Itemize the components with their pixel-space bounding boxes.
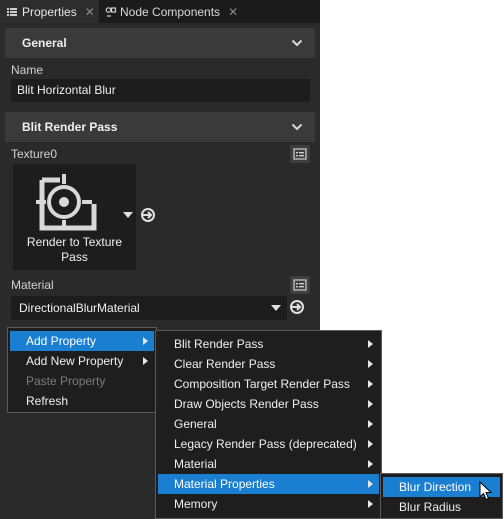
submenu-arrow-icon (368, 500, 373, 508)
binding-editor-icon (293, 279, 307, 291)
mouse-cursor-icon (479, 481, 493, 501)
menu-item-label: Refresh (26, 394, 69, 408)
submenu-arrow-icon (368, 440, 373, 448)
menu-item-label: Clear Render Pass (174, 357, 276, 371)
name-label: Name (11, 63, 44, 77)
add-property-submenu: Blit Render Pass Clear Render Pass Compo… (155, 330, 382, 519)
chevron-down-icon (291, 123, 303, 131)
tab-properties[interactable]: Properties ✕ (0, 0, 99, 23)
menu-item-material[interactable]: Material (158, 454, 379, 474)
material-dropdown[interactable]: DirectionalBlurMaterial (11, 296, 287, 320)
menu-item-label: Composition Target Render Pass (174, 377, 350, 391)
menu-item-draw-objects-render-pass[interactable]: Draw Objects Render Pass (158, 394, 379, 414)
menu-item-memory[interactable]: Memory (158, 494, 379, 514)
list-icon (7, 7, 17, 16)
texture0-label: Texture0 (11, 147, 58, 161)
texture-thumbnail[interactable]: Render to Texture Pass (13, 164, 136, 270)
general-section-header[interactable]: General (5, 28, 315, 58)
material-dropdown-value: DirectionalBlurMaterial (19, 301, 140, 315)
blit-render-pass-section-header[interactable]: Blit Render Pass (5, 112, 315, 142)
menu-item-label: Blit Render Pass (174, 337, 264, 351)
go-to-target-icon[interactable] (140, 207, 156, 223)
texture-caption: Render to Texture Pass (26, 235, 123, 264)
tab-node-components[interactable]: Node Components ✕ (99, 0, 251, 23)
menu-item-label: Add Property (26, 334, 97, 348)
close-icon[interactable]: ✕ (228, 5, 238, 19)
tab-bar: Properties ✕ Node Components ✕ (0, 0, 320, 23)
material-binding-button[interactable] (290, 276, 310, 294)
menu-item-general[interactable]: General (158, 414, 379, 434)
name-field[interactable]: Blit Horizontal Blur (11, 79, 310, 102)
menu-item-label: Memory (174, 497, 218, 511)
menu-item-material-properties[interactable]: Material Properties (158, 474, 379, 494)
context-menu: Add Property Add New Property Paste Prop… (7, 327, 157, 413)
menu-item-composition-target-render-pass[interactable]: Composition Target Render Pass (158, 374, 379, 394)
menu-item-legacy-render-pass[interactable]: Legacy Render Pass (deprecated) (158, 434, 379, 454)
submenu-arrow-icon (368, 400, 373, 408)
menu-item-blit-render-pass[interactable]: Blit Render Pass (158, 334, 379, 354)
submenu-arrow-icon (368, 460, 373, 468)
submenu-arrow-icon (143, 357, 148, 365)
menu-item-label: Material (174, 457, 217, 471)
submenu-arrow-icon (368, 480, 373, 488)
menu-item-label: Material Properties (174, 477, 275, 491)
menu-item-label: Blur Direction (399, 480, 472, 494)
menu-item-label: Legacy Render Pass (deprecated) (174, 437, 357, 451)
binding-editor-icon (293, 148, 307, 160)
menu-item-label: Draw Objects Render Pass (174, 397, 319, 411)
menu-item-label: Blur Radius (399, 500, 462, 514)
submenu-arrow-icon (368, 420, 373, 428)
material-label: Material (11, 278, 54, 292)
blit-render-pass-section-title: Blit Render Pass (22, 120, 118, 134)
submenu-arrow-icon (368, 340, 373, 348)
submenu-arrow-icon (368, 360, 373, 368)
menu-item-label: Add New Property (26, 354, 124, 368)
tab-node-components-label: Node Components (120, 4, 221, 19)
menu-item-refresh[interactable]: Refresh (10, 391, 154, 411)
menu-item-add-property[interactable]: Add Property (10, 331, 154, 351)
menu-item-clear-render-pass[interactable]: Clear Render Pass (158, 354, 379, 374)
general-section-title: General (22, 36, 67, 50)
submenu-arrow-icon (368, 380, 373, 388)
tab-properties-label: Properties (22, 4, 77, 19)
texture0-binding-button[interactable] (290, 145, 310, 163)
menu-item-add-new-property[interactable]: Add New Property (10, 351, 154, 371)
components-icon (105, 6, 117, 17)
menu-item-label: Paste Property (26, 374, 106, 388)
chevron-down-icon (271, 305, 281, 311)
chevron-down-icon (291, 39, 303, 47)
close-icon[interactable]: ✕ (85, 5, 95, 19)
render-target-icon (36, 174, 97, 231)
go-to-target-icon[interactable] (289, 299, 305, 315)
menu-item-paste-property: Paste Property (10, 371, 154, 391)
submenu-arrow-icon (143, 337, 148, 345)
menu-item-label: General (174, 417, 217, 431)
texture-dropdown-caret-icon[interactable] (123, 212, 133, 218)
